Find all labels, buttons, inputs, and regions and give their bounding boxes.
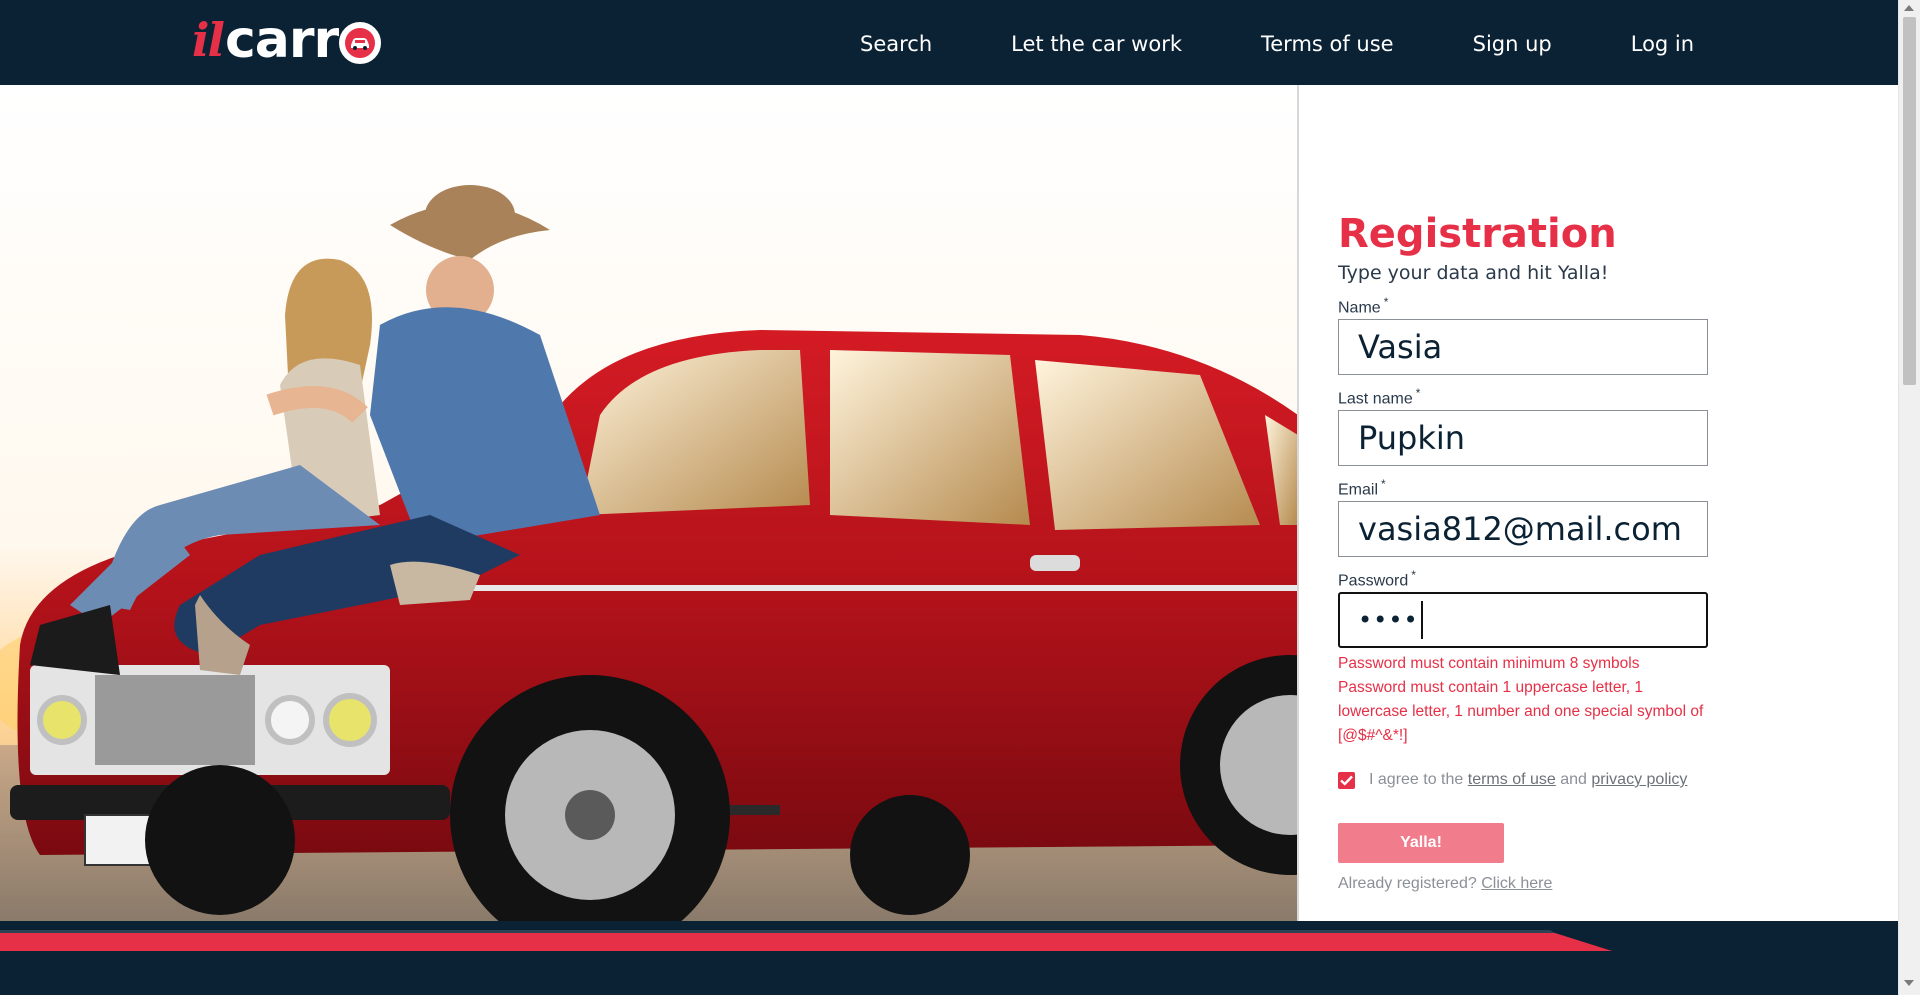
nav-log-in[interactable]: Log in bbox=[1631, 32, 1694, 56]
logo-prefix: il bbox=[192, 13, 225, 67]
name-input-value: Vasia bbox=[1358, 328, 1443, 366]
registration-title: Registration bbox=[1338, 211, 1617, 257]
agree-checkbox[interactable] bbox=[1338, 771, 1355, 789]
last-name-input[interactable]: Pupkin bbox=[1338, 410, 1708, 466]
nav-let-the-car-work[interactable]: Let the car work bbox=[1011, 32, 1182, 56]
password-error-length: Password must contain minimum 8 symbols bbox=[1338, 655, 1640, 672]
text-cursor bbox=[1420, 601, 1423, 639]
scrollbar-thumb[interactable] bbox=[1903, 17, 1916, 385]
yalla-button[interactable]: Yalla! bbox=[1338, 823, 1504, 863]
login-link[interactable]: Click here bbox=[1481, 875, 1552, 892]
email-input-value: vasia812@mail.com bbox=[1358, 510, 1682, 548]
name-label: Name * bbox=[1338, 295, 1389, 317]
hero-photo-illustration bbox=[0, 85, 1298, 921]
password-input-value: •••• bbox=[1358, 606, 1419, 634]
last-name-label: Last name * bbox=[1338, 386, 1421, 408]
footer-stripe bbox=[0, 930, 1612, 951]
password-error-complexity: Password must contain 1 uppercase letter… bbox=[1338, 679, 1704, 744]
scroll-up-icon[interactable] bbox=[1904, 5, 1914, 11]
registration-form: Registration Type your data and hit Yall… bbox=[1338, 208, 1708, 893]
name-input[interactable]: Vasia bbox=[1338, 319, 1708, 375]
password-input[interactable]: •••• bbox=[1338, 592, 1708, 648]
privacy-policy-link[interactable]: privacy policy bbox=[1591, 771, 1687, 789]
hero-image bbox=[0, 85, 1298, 921]
registration-subtitle: Type your data and hit Yalla! bbox=[1338, 262, 1609, 284]
car-icon bbox=[339, 22, 382, 64]
ilcarro-logo[interactable]: il carr bbox=[192, 10, 382, 70]
logo-main: carr bbox=[224, 10, 339, 70]
agree-middle: and bbox=[1560, 771, 1587, 788]
divider bbox=[1297, 85, 1299, 921]
main-nav: Search Let the car work Terms of use Sig… bbox=[860, 0, 1694, 88]
header: il carr Search Let the car work Terms of… bbox=[0, 0, 1898, 85]
already-registered: Already registered? Click here bbox=[1338, 875, 1708, 893]
password-errors: Password must contain minimum 8 symbols … bbox=[1338, 652, 1708, 748]
terms-agreement: I agree to the terms of use and privacy … bbox=[1338, 771, 1708, 789]
scroll-down-icon[interactable] bbox=[1904, 980, 1914, 986]
page-scrollbar[interactable] bbox=[1898, 0, 1920, 995]
check-icon bbox=[1340, 775, 1353, 786]
password-label: Password * bbox=[1338, 568, 1416, 590]
email-label: Email * bbox=[1338, 477, 1386, 499]
terms-of-use-link[interactable]: terms of use bbox=[1468, 771, 1556, 789]
last-name-input-value: Pupkin bbox=[1358, 419, 1466, 457]
nav-search[interactable]: Search bbox=[860, 32, 932, 56]
nav-terms-of-use[interactable]: Terms of use bbox=[1261, 32, 1394, 56]
agree-prefix: I agree to the bbox=[1369, 771, 1464, 788]
page: il carr Search Let the car work Terms of… bbox=[0, 0, 1920, 995]
nav-sign-up[interactable]: Sign up bbox=[1473, 32, 1552, 56]
already-registered-text: Already registered? bbox=[1338, 875, 1477, 892]
footer bbox=[0, 921, 1898, 995]
email-input[interactable]: vasia812@mail.com bbox=[1338, 501, 1708, 557]
